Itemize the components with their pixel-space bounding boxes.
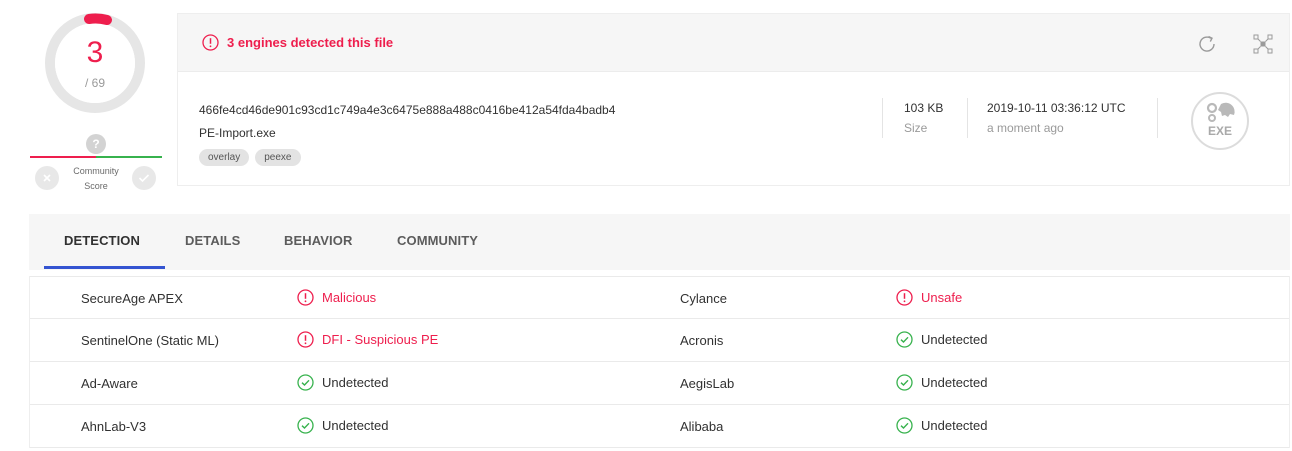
vote-harmless-button[interactable] xyxy=(132,166,156,190)
graph-icon xyxy=(1253,34,1273,54)
detection-result: Undetected xyxy=(297,374,389,391)
alert-circle-icon xyxy=(297,289,314,306)
detection-result: Undetected xyxy=(896,417,988,434)
check-icon xyxy=(138,174,150,183)
detection-result: DFI - Suspicious PE xyxy=(297,331,438,348)
alert-circle-icon xyxy=(202,34,219,51)
table-row: AhnLab-V3 Undetected Alibaba Undetected xyxy=(30,405,1289,448)
file-name: PE-Import.exe xyxy=(199,126,276,140)
divider xyxy=(967,98,968,138)
check-circle-icon xyxy=(896,417,913,434)
graph-view-button[interactable] xyxy=(1252,33,1274,55)
detection-table: SecureAge APEX Malicious Cylance Unsafe Sent… xyxy=(29,276,1290,448)
detection-banner: 3 engines detected this file xyxy=(178,14,1289,72)
detection-result: Undetected xyxy=(896,374,988,391)
alert-circle-icon xyxy=(896,289,913,306)
detection-alert: 3 engines detected this file xyxy=(202,34,393,51)
detection-result-label: Malicious xyxy=(322,290,377,305)
community-score: ? Community Score xyxy=(30,134,162,196)
reanalyze-button[interactable] xyxy=(1196,33,1218,55)
file-type-badge: EXE xyxy=(1191,92,1249,150)
community-bar-malicious xyxy=(30,156,96,158)
active-tab-indicator xyxy=(44,266,165,269)
engine-name: AhnLab-V3 xyxy=(81,419,147,434)
check-circle-icon xyxy=(896,374,913,391)
detection-result: Unsafe xyxy=(896,289,962,306)
score-detected: 3 xyxy=(86,36,104,69)
detection-result-label: DFI - Suspicious PE xyxy=(322,332,439,347)
tab-community[interactable]: COMMUNITY xyxy=(397,233,478,248)
vote-malicious-button[interactable] xyxy=(35,166,59,190)
divider xyxy=(1157,98,1158,138)
alert-circle-icon xyxy=(297,331,314,348)
detection-result: Malicious xyxy=(297,289,376,306)
file-type-label: EXE xyxy=(1207,124,1232,138)
engine-name: SentinelOne (Static ML) xyxy=(81,333,220,348)
community-score-label: Community Score xyxy=(73,166,119,191)
gears-icon xyxy=(1206,102,1235,122)
divider xyxy=(882,98,883,138)
table-row: SentinelOne (Static ML) DFI - Suspicious … xyxy=(30,319,1289,362)
file-tags: overlay peexe xyxy=(199,149,301,166)
file-hash[interactable]: 466fe4cd46de901c93cd1c749a4e3c6475e888a4… xyxy=(199,103,615,117)
community-bar-harmless xyxy=(96,156,162,158)
detection-result-label: Unsafe xyxy=(921,290,963,305)
reload-icon xyxy=(1199,35,1215,52)
engine-name: Ad-Aware xyxy=(81,376,138,391)
tab-behavior[interactable]: BEHAVIOR xyxy=(284,233,352,248)
community-unknown-icon: ? xyxy=(86,134,106,154)
check-circle-icon xyxy=(297,417,314,434)
file-size: 103 KB xyxy=(904,101,944,115)
detection-result-label: Undetected xyxy=(322,375,389,390)
detection-result-label: Undetected xyxy=(921,375,988,390)
detection-result-label: Undetected xyxy=(921,418,988,433)
detection-score: 3 / 69 xyxy=(44,12,146,114)
detection-result: Undetected xyxy=(297,417,389,434)
detection-result-label: Undetected xyxy=(921,332,988,347)
detection-result-label: Undetected xyxy=(322,418,389,433)
file-size-label: Size xyxy=(904,121,928,135)
tab-detection[interactable]: DETECTION xyxy=(64,233,140,248)
engine-name: Alibaba xyxy=(680,419,724,434)
table-row: SecureAge APEX Malicious Cylance Unsafe xyxy=(30,276,1289,319)
detection-alert-text: 3 engines detected this file xyxy=(227,35,394,50)
check-circle-icon xyxy=(297,374,314,391)
engine-name: SecureAge APEX xyxy=(81,291,183,306)
engine-name: AegisLab xyxy=(680,376,735,391)
check-circle-icon xyxy=(896,331,913,348)
detection-result: Undetected xyxy=(896,331,988,348)
score-total: / 69 xyxy=(84,76,105,90)
table-row: Ad-Aware Undetected AegisLab Undetected xyxy=(30,362,1289,405)
analysis-date-relative: a moment ago xyxy=(987,121,1064,135)
tab-details[interactable]: DETAILS xyxy=(185,233,240,248)
file-summary-card: 3 engines detected this file 466fe4cd46d… xyxy=(177,13,1290,186)
tag-peexe[interactable]: peexe xyxy=(255,149,301,166)
analysis-date: 2019-10-11 03:36:12 UTC xyxy=(987,101,1126,115)
tag-overlay[interactable]: overlay xyxy=(199,149,250,166)
report-tabs: DETECTION DETAILS BEHAVIOR COMMUNITY xyxy=(29,214,1290,270)
engine-name: Cylance xyxy=(680,291,727,306)
close-icon xyxy=(43,174,51,182)
engine-name: Acronis xyxy=(680,333,724,348)
